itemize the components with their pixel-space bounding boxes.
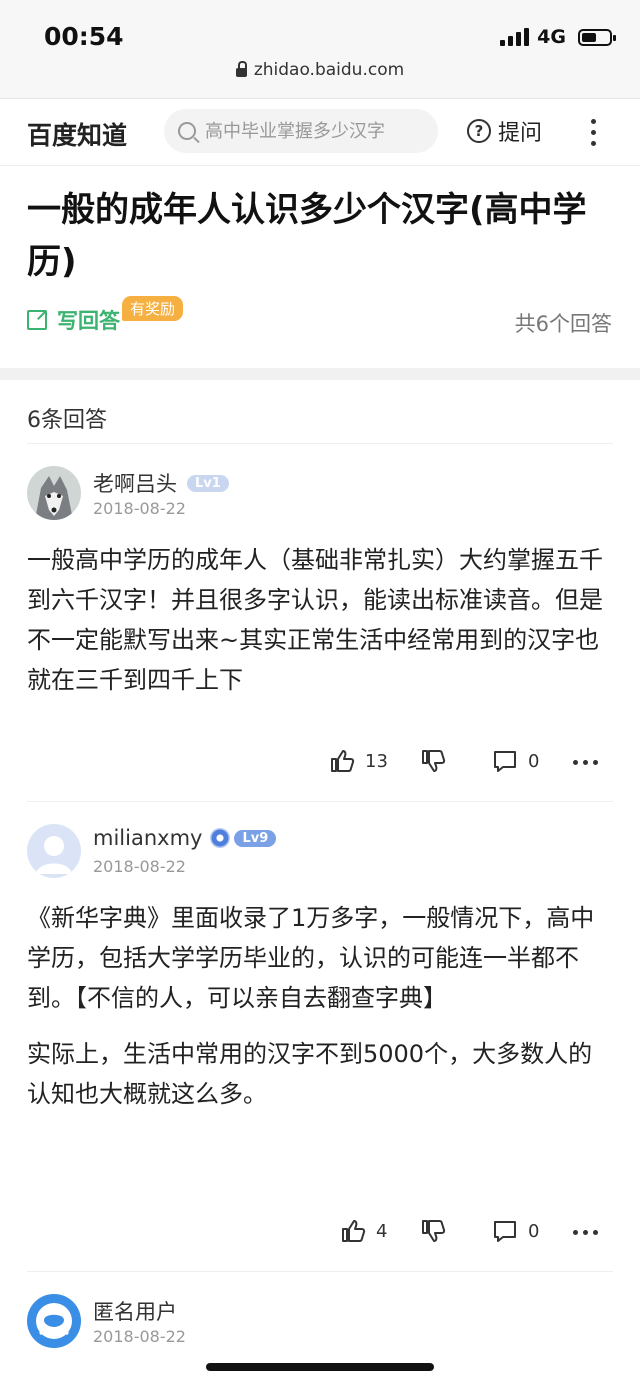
battery-icon xyxy=(578,28,616,46)
username-text: milianxmy xyxy=(93,826,203,850)
avatar[interactable] xyxy=(27,824,81,878)
avatar[interactable] xyxy=(27,1294,81,1348)
question-icon: ? xyxy=(467,119,491,143)
more-actions-icon[interactable] xyxy=(573,1230,598,1235)
question-section: 一般的成年人认识多少个汉字(高中学历) 写回答 有奖励 共6个回答 xyxy=(0,166,640,368)
like-count: 13 xyxy=(365,750,388,772)
answer-date: 2018-08-22 xyxy=(93,857,186,876)
reward-badge: 有奖励 xyxy=(122,295,184,321)
level-badge: Lv1 xyxy=(187,474,229,492)
answer-count: 共6个回答 xyxy=(514,312,612,336)
verified-badge-icon xyxy=(210,828,231,848)
comment-button[interactable]: 0 xyxy=(492,748,539,774)
more-menu-icon[interactable] xyxy=(591,119,596,146)
answer-card: milianxmy Lv9 2018-08-22 《新华字典》里面收录了1万多字… xyxy=(27,802,613,1272)
avatar[interactable] xyxy=(27,466,81,520)
ask-label: 提问 xyxy=(498,121,543,146)
answer-date: 2018-08-22 xyxy=(93,1327,186,1346)
top-nav: 百度知道 ? 提问 xyxy=(0,99,640,166)
status-bar: 00:54 4G zhidao.baidu.com xyxy=(0,0,640,99)
answer-paragraph: 《新华字典》里面收录了1万多字，一般情况下，高中学历，包括大学学历毕业的，认识的… xyxy=(27,904,595,1012)
answer-date: 2018-08-22 xyxy=(93,499,186,518)
answer-card: 匿名用户 2018-08-22 xyxy=(27,1272,613,1372)
write-answer-label: 写回答 xyxy=(57,309,120,333)
username[interactable]: milianxmy Lv9 xyxy=(93,826,277,850)
question-title: 一般的成年人认识多少个汉字(高中学历) xyxy=(27,190,587,282)
username-text: 匿名用户 xyxy=(93,1300,177,1324)
home-indicator[interactable] xyxy=(206,1363,434,1371)
brand-logo[interactable]: 百度知道 xyxy=(27,116,127,152)
edit-icon xyxy=(27,310,47,330)
thumbs-down-icon xyxy=(422,1220,446,1242)
like-button[interactable]: 13 xyxy=(329,748,388,774)
lock-icon xyxy=(235,60,247,77)
search-input[interactable] xyxy=(205,120,435,142)
like-button[interactable]: 4 xyxy=(340,1218,387,1244)
url-text: zhidao.baidu.com xyxy=(253,60,405,80)
answer-paragraph: 实际上，生活中常用的汉字不到5000个，大多数人的认知也大概就这么多。 xyxy=(27,1040,593,1108)
dislike-button[interactable] xyxy=(420,1218,446,1244)
thumbs-down-icon xyxy=(422,750,446,772)
thumbs-up-icon xyxy=(342,1220,366,1242)
battery-level xyxy=(582,32,597,42)
search-icon xyxy=(178,122,196,140)
search-box[interactable] xyxy=(164,109,438,153)
username[interactable]: 老啊吕头 Lv1 xyxy=(93,468,229,498)
answer-paragraph: 一般高中学历的成年人（基础非常扎实）大约掌握五千到六千汉字！并且很多字认识，能读… xyxy=(27,546,603,694)
section-divider xyxy=(0,368,640,380)
thumbs-up-icon xyxy=(331,750,355,772)
write-answer-button[interactable]: 写回答 有奖励 xyxy=(27,295,184,335)
username-text: 老啊吕头 xyxy=(93,472,177,496)
system-icons: 4G xyxy=(500,26,616,48)
answers-header: 6条回答 xyxy=(27,380,613,444)
comment-count: 0 xyxy=(528,750,540,772)
status-time: 00:54 xyxy=(44,22,124,51)
more-actions-icon[interactable] xyxy=(573,760,598,765)
address-bar[interactable]: zhidao.baidu.com xyxy=(0,60,640,80)
comment-icon xyxy=(494,1221,516,1242)
answer-actions: 4 0 xyxy=(27,1210,613,1270)
comment-button[interactable]: 0 xyxy=(492,1218,539,1244)
dislike-button[interactable] xyxy=(420,748,446,774)
level-badge: Lv9 xyxy=(234,829,277,847)
username[interactable]: 匿名用户 xyxy=(93,1296,177,1326)
answer-card: 老啊吕头 Lv1 2018-08-22 一般高中学历的成年人（基础非常扎实）大约… xyxy=(27,444,613,802)
signal-icon xyxy=(500,28,530,46)
comment-icon xyxy=(494,751,516,772)
answer-body: 一般高中学历的成年人（基础非常扎实）大约掌握五千到六千汉字！并且很多字认识，能读… xyxy=(27,540,613,700)
ask-button[interactable]: ? 提问 xyxy=(467,115,542,147)
comment-count: 0 xyxy=(528,1220,540,1242)
answer-body: 《新华字典》里面收录了1万多字，一般情况下，高中学历，包括大学学历毕业的，认识的… xyxy=(27,898,613,1114)
network-type: 4G xyxy=(537,26,566,48)
answer-actions: 13 0 xyxy=(27,740,613,800)
like-count: 4 xyxy=(376,1220,388,1242)
